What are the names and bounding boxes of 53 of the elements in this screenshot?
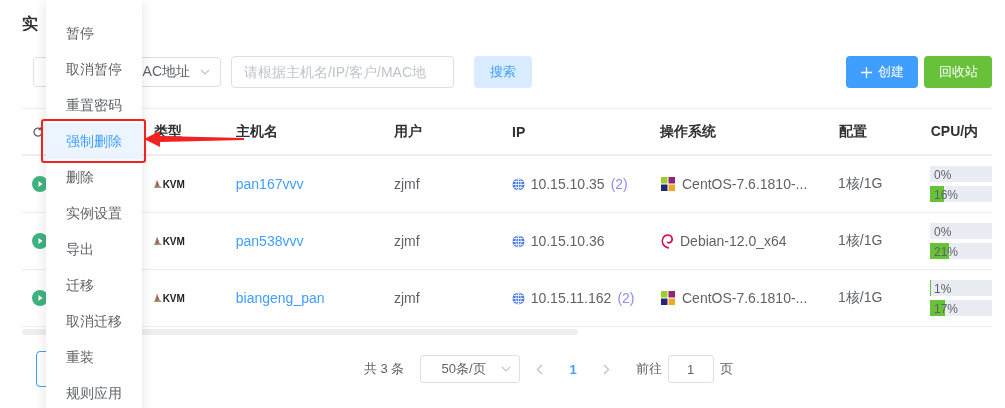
previous-page-icon[interactable] xyxy=(536,363,544,375)
globe-icon xyxy=(511,177,525,191)
config-cell: 1核/1G xyxy=(837,232,883,250)
os-name: Debian-12.0_x64 xyxy=(680,233,787,249)
menu-item[interactable]: 取消迁移 xyxy=(46,303,142,339)
menu-item[interactable]: 取消暂停 xyxy=(46,51,142,87)
page-title: 实 xyxy=(22,14,38,34)
ip-address: 10.15.11.162 xyxy=(530,290,612,306)
ip-address: 10.15.10.36 xyxy=(530,233,605,249)
total-count: 共 3 条 xyxy=(364,360,405,378)
menu-item[interactable]: 实例设置 xyxy=(46,195,142,231)
menu-item[interactable]: 重置密码 xyxy=(46,87,142,123)
kvm-logo: KVM xyxy=(153,235,185,247)
column-header: 操作系统 xyxy=(660,122,717,141)
menu-item[interactable]: 重装 xyxy=(46,339,142,375)
globe-icon xyxy=(511,291,525,305)
page-suffix: 页 xyxy=(719,360,733,378)
chevron-down-icon xyxy=(200,69,210,75)
goto-label: 前往 xyxy=(635,360,662,378)
plus-icon xyxy=(860,66,872,78)
centos-logo-icon xyxy=(660,290,676,306)
menu-item[interactable]: 规则应用 xyxy=(46,375,142,408)
user-cell: zjmf xyxy=(393,233,420,249)
column-header: 主机名 xyxy=(235,122,278,141)
menu-item[interactable]: 导出 xyxy=(46,231,142,267)
refresh-icon[interactable] xyxy=(32,125,44,138)
menu-item[interactable]: 暂停 xyxy=(46,15,142,51)
kvm-logo: KVM xyxy=(153,178,185,190)
cpu-usage-reading: 1% xyxy=(933,282,952,296)
ip-address: 10.15.10.35 xyxy=(530,176,605,192)
user-cell: zjmf xyxy=(393,176,420,192)
cpu-usage-reading: 0% xyxy=(933,225,952,239)
goto-page-field[interactable]: 1 xyxy=(667,355,714,383)
column-header: 配置 xyxy=(838,122,867,141)
os-name: CentOS-7.6.1810-... xyxy=(682,290,808,306)
column-header: IP xyxy=(512,123,526,140)
column-header: CPU/内 xyxy=(930,122,979,141)
config-cell: 1核/1G xyxy=(837,289,883,307)
kvm-logo: KVM xyxy=(153,292,185,304)
menu-item[interactable]: 删除 xyxy=(46,159,142,195)
debian-swirl-icon xyxy=(660,232,674,250)
cpu-usage-reading: 0% xyxy=(933,168,952,182)
globe-icon xyxy=(511,234,525,248)
search-field[interactable]: 请根据主机名/IP/客户/MAC地 xyxy=(231,56,454,88)
config-cell: 1核/1G xyxy=(837,175,883,193)
next-page-icon[interactable] xyxy=(602,363,610,375)
os-name: CentOS-7.6.1810-... xyxy=(682,176,808,192)
menu-item[interactable]: 迁移 xyxy=(46,267,142,303)
column-header: 用户 xyxy=(394,122,423,141)
page-size-select[interactable]: 50条/页 xyxy=(420,355,521,383)
user-cell: zjmf xyxy=(393,290,420,306)
centos-logo-icon xyxy=(660,176,676,192)
chevron-down-icon xyxy=(501,366,512,372)
